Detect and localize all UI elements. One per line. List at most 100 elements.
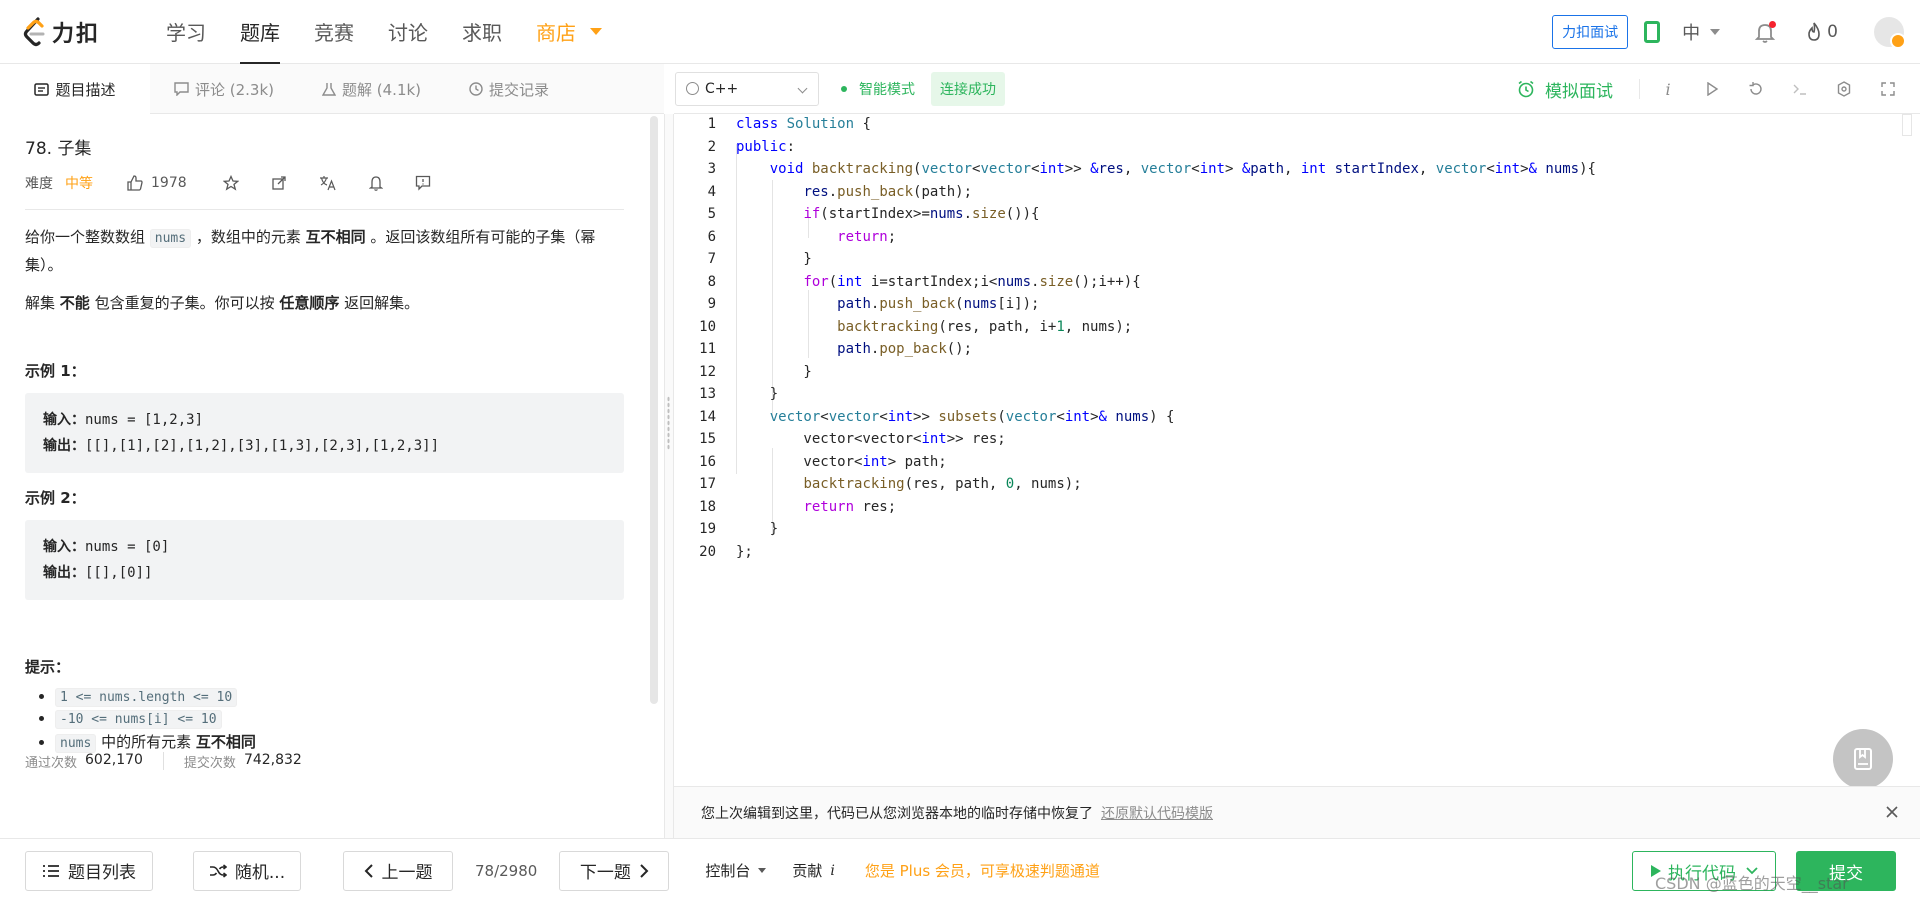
list-item: -10 <= nums[i] <= 10 (55, 709, 624, 729)
code-editor[interactable]: 1 2 3 4 5 6 7 8 9 10 11 12 13 14 15 16 1… (674, 114, 1906, 786)
chevron-left-icon (364, 863, 373, 878)
random-button[interactable]: 随机... (193, 850, 301, 891)
code-line: backtracking(res, path, i+1, nums); (837, 318, 1133, 335)
statement-text: ，数组中的元素 (191, 228, 306, 246)
nav-store-label: 商店 (536, 21, 576, 45)
top-navbar: 力扣 学习 题库 竞赛 讨论 求职 商店 力扣面试 中 0 (0, 0, 1920, 64)
line-number: 13 (699, 386, 716, 402)
flask-icon (322, 82, 337, 96)
code-line: public: (736, 138, 796, 155)
problem-statement-2: 解集 不能 包含重复的子集。你可以按 任意顺序 返回解集。 (25, 290, 624, 316)
example-input-label: 输入： (43, 412, 85, 428)
list-item: 1 <= nums.length <= 10 (55, 687, 624, 707)
streak-counter[interactable]: 0 (1806, 22, 1838, 42)
info-button[interactable]: i (1646, 64, 1690, 114)
tablet-icon[interactable] (1644, 21, 1661, 43)
tab-submissions-label: 提交记录 (489, 80, 550, 99)
contribute-button[interactable]: 贡献 i (792, 860, 835, 881)
statement-bold: 任意顺序 (279, 294, 340, 312)
next-problem-button[interactable]: 下一题 (559, 850, 670, 891)
tab-comments-label: 评论 (2.3k) (195, 80, 275, 99)
flame-icon (1808, 22, 1820, 41)
tab-solutions[interactable]: 题解 (4.1k) (298, 64, 445, 114)
like-button[interactable]: 1978 (127, 175, 187, 191)
statement-text: 给你一个整数数组 (25, 228, 150, 246)
console-label: 控制台 (705, 862, 751, 880)
console-toggle[interactable]: 控制台 (705, 860, 767, 881)
example-input-label: 输入： (43, 539, 85, 555)
problem-pager: 78/2980 (475, 861, 538, 880)
info-icon: i (830, 862, 835, 879)
tab-submissions[interactable]: 提交记录 (445, 64, 573, 114)
nav-jobs[interactable]: 求职 (462, 0, 502, 64)
line-number: 2 (707, 138, 716, 155)
nav-learn[interactable]: 学习 (166, 0, 206, 64)
example-output: [[],[1],[2],[1,2],[3],[1,3],[2,3],[1,2,3… (85, 438, 440, 454)
problem-list-button[interactable]: 题目列表 (25, 850, 153, 891)
difficulty-label: 难度 (25, 176, 53, 192)
notify-button[interactable] (368, 175, 383, 191)
inline-code: nums (55, 734, 97, 753)
panel-resizer[interactable] (664, 114, 674, 838)
tab-description[interactable]: 题目描述 (0, 64, 150, 114)
editor-scrollbar[interactable] (1902, 114, 1912, 136)
info-icon (686, 82, 699, 95)
restore-notice: 您上次编辑到这里，代码已从您浏览器本地的临时存储中恢复了 还原默认代码模版 (674, 786, 1920, 838)
leetcode-logo-icon (23, 16, 45, 46)
share-button[interactable] (271, 175, 287, 191)
nav-store[interactable]: 商店 (536, 0, 602, 64)
user-avatar[interactable] (1874, 17, 1906, 49)
star-icon (222, 175, 239, 191)
caret-down-icon (758, 868, 767, 873)
nav-problemset[interactable]: 题库 (240, 0, 280, 64)
reset-code-button[interactable] (1734, 64, 1778, 114)
prev-problem-button[interactable]: 上一题 (343, 850, 453, 891)
description-scrollbar[interactable] (650, 116, 658, 704)
nav-discuss[interactable]: 讨论 (388, 0, 428, 64)
favorite-button[interactable] (222, 175, 239, 191)
notebook-icon (1854, 748, 1872, 770)
comment-icon (174, 82, 189, 96)
line-number: 7 (707, 251, 716, 267)
tab-comments[interactable]: 评论 (2.3k) (150, 64, 298, 114)
settings-button[interactable] (1822, 64, 1866, 114)
problem-statement: 给你一个整数数组 nums ，数组中的元素 互不相同 。返回该数组所有可能的子集… (25, 224, 624, 278)
smart-mode-toggle[interactable]: 智能模式 (841, 79, 915, 99)
fullscreen-button[interactable] (1866, 64, 1910, 114)
code-line: vector<vector<int>> res; (736, 431, 1006, 447)
code-line: void backtracking(vector<vector<int>> &r… (769, 161, 1596, 177)
feedback-icon (415, 175, 430, 191)
notification-bell[interactable] (1754, 21, 1777, 43)
line-number: 1 (707, 116, 716, 132)
thumbs-up-icon (127, 175, 143, 191)
restore-default-link[interactable]: 还原默认代码模版 (1101, 803, 1213, 823)
language-switch[interactable]: 中 (1682, 19, 1721, 45)
code-line: vector<vector<int>> subsets(vector<int>&… (769, 408, 1175, 425)
language-select[interactable]: C++ (675, 71, 819, 106)
restore-notice-text: 您上次编辑到这里，代码已从您浏览器本地的临时存储中恢复了 (701, 805, 1093, 822)
divider (1639, 79, 1640, 99)
contribute-label: 贡献 (792, 862, 823, 880)
description-icon (34, 82, 50, 96)
mock-interview-button[interactable]: 模拟面试 (1517, 77, 1613, 102)
line-number: 6 (707, 228, 716, 245)
terminal-button[interactable] (1778, 64, 1822, 114)
drag-handle-icon[interactable] (667, 396, 670, 450)
mock-interview-label: 模拟面试 (1545, 81, 1613, 102)
translate-icon (319, 176, 336, 191)
problem-tabs: 题目描述 评论 (2.3k) 题解 (4.1k) 提交记录 (0, 64, 664, 114)
run-sample-button[interactable] (1690, 64, 1734, 114)
interview-button[interactable]: 力扣面试 (1552, 15, 1629, 49)
code-line: } (736, 521, 779, 537)
tab-solutions-label: 题解 (4.1k) (342, 80, 422, 99)
close-icon[interactable] (1884, 804, 1900, 820)
translate-button[interactable] (319, 175, 337, 191)
list-item: nums 中的所有元素 互不相同 (55, 731, 624, 753)
accepted-label: 通过次数 (25, 756, 78, 771)
leetcode-logo[interactable]: 力扣 (22, 16, 132, 48)
notebook-button[interactable] (1833, 729, 1893, 789)
nav-contest[interactable]: 竞赛 (314, 0, 354, 64)
line-number: 19 (699, 521, 716, 537)
like-count: 1978 (151, 175, 187, 191)
feedback-button[interactable] (415, 175, 431, 191)
